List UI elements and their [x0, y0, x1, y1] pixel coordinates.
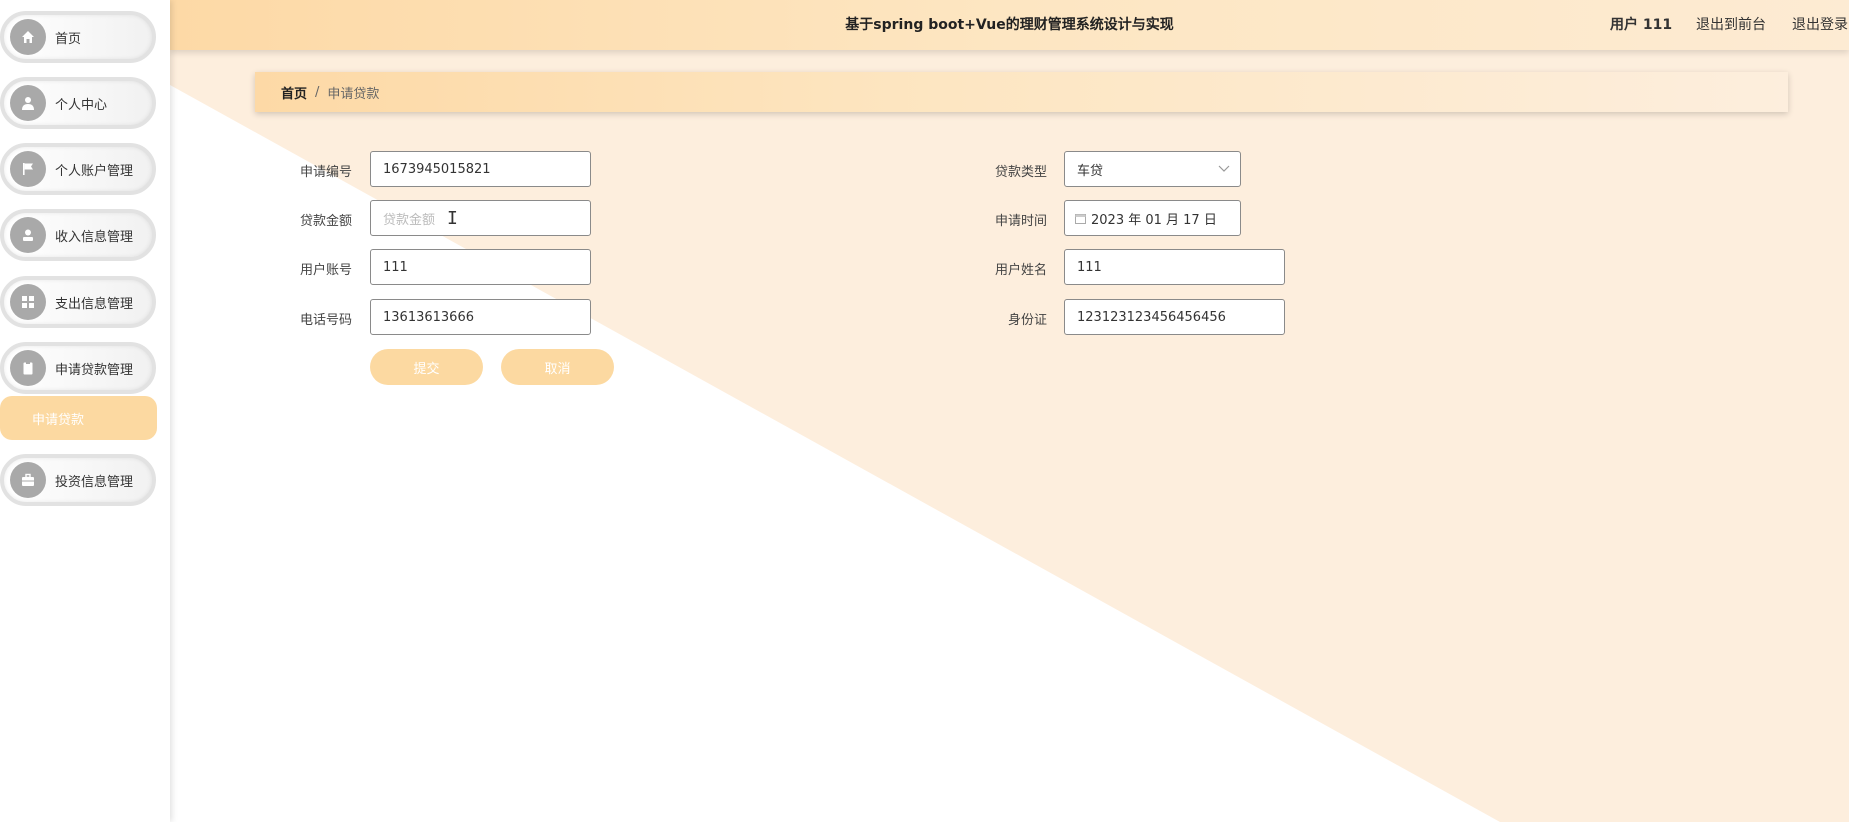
phone-value: 13613613666	[383, 309, 474, 325]
exit-to-frontend-link[interactable]: 退出到前台	[1696, 14, 1766, 34]
cancel-button[interactable]: 取消	[501, 349, 614, 385]
id-card-value: 123123123456456456	[1077, 309, 1226, 325]
form-label-application-id: 申请编号	[299, 165, 352, 180]
user-name-field[interactable]: 111	[1064, 249, 1285, 285]
loan-type-value: 车贷	[1077, 163, 1104, 179]
sidebar-item-label: 申请贷款管理	[55, 362, 134, 378]
apply-time-datepicker[interactable]: 2023 年 01 月 17 日	[1064, 200, 1241, 236]
form-label-loan-type: 贷款类型	[994, 165, 1047, 180]
sidebar-item-label: 个人中心	[55, 97, 108, 113]
sidebar-subitem-label: 申请贷款	[32, 412, 85, 428]
chevron-down-icon	[1218, 162, 1230, 177]
breadcrumb-current: 申请贷款	[327, 86, 380, 102]
breadcrumb-home[interactable]: 首页	[281, 83, 307, 102]
app-title: 基于spring boot+Vue的理财管理系统设计与实现	[845, 17, 1174, 33]
grid-icon	[10, 284, 46, 320]
logout-link[interactable]: 退出登录	[1792, 14, 1848, 34]
sidebar-item-label: 支出信息管理	[55, 296, 134, 312]
sidebar-item-loan-management[interactable]: 申请贷款管理	[0, 342, 156, 394]
user-account-field[interactable]: 111	[370, 249, 591, 285]
background-shape	[170, 50, 1849, 822]
sidebar-subitem-apply-loan[interactable]: 申请贷款	[0, 396, 157, 440]
sidebar-item-expense-management[interactable]: 支出信息管理	[0, 276, 156, 328]
sidebar-item-label: 首页	[55, 31, 82, 47]
application-id-value: 1673945015821	[383, 161, 491, 177]
id-card-field[interactable]: 123123123456456456	[1064, 299, 1285, 335]
apply-time-value: 2023 年 01 月 17 日	[1091, 212, 1217, 228]
calendar-icon	[1075, 213, 1086, 224]
top-header: 基于spring boot+Vue的理财管理系统设计与实现 用户 111 退出到…	[170, 0, 1849, 50]
loan-amount-field[interactable]: 贷款金额	[370, 200, 591, 236]
breadcrumb-separator: /	[315, 84, 320, 100]
user-name-value: 111	[1077, 259, 1102, 275]
form-label-phone: 电话号码	[299, 313, 352, 328]
loan-type-select[interactable]: 车贷	[1064, 151, 1241, 187]
sidebar-item-label: 投资信息管理	[55, 474, 134, 490]
breadcrumb: 首页 / 申请贷款	[255, 72, 1788, 112]
current-user: 用户 111	[1610, 17, 1673, 33]
user-account-value: 111	[383, 259, 408, 275]
submit-button[interactable]: 提交	[370, 349, 483, 385]
phone-field[interactable]: 13613613666	[370, 299, 591, 335]
flag-icon	[10, 151, 46, 187]
text-cursor-icon: I	[447, 208, 458, 229]
clipboard-icon	[10, 350, 46, 386]
sidebar: 首页 个人中心 个人账户管理 收入信息管理 支出信息管理 申请贷款管理 申请贷款	[0, 0, 170, 822]
sidebar-item-income-management[interactable]: 收入信息管理	[0, 209, 156, 261]
application-id-field[interactable]: 1673945015821	[370, 151, 591, 187]
form-label-user-account: 用户账号	[299, 263, 352, 278]
form-label-id-card: 身份证	[1007, 313, 1047, 328]
briefcase-icon	[10, 462, 46, 498]
sidebar-item-label: 个人账户管理	[55, 163, 134, 179]
user-icon	[10, 85, 46, 121]
sidebar-item-label: 收入信息管理	[55, 229, 134, 245]
sidebar-item-account-management[interactable]: 个人账户管理	[0, 143, 156, 195]
user-card-icon	[10, 217, 46, 253]
sidebar-item-investment-management[interactable]: 投资信息管理	[0, 454, 156, 506]
home-icon	[10, 19, 46, 55]
form-label-loan-amount: 贷款金额	[299, 214, 352, 229]
sidebar-item-home[interactable]: 首页	[0, 11, 156, 63]
form-label-apply-time: 申请时间	[994, 214, 1047, 229]
loan-amount-placeholder: 贷款金额	[383, 212, 436, 228]
sidebar-item-personal-center[interactable]: 个人中心	[0, 77, 156, 129]
form-label-user-name: 用户姓名	[994, 263, 1047, 278]
